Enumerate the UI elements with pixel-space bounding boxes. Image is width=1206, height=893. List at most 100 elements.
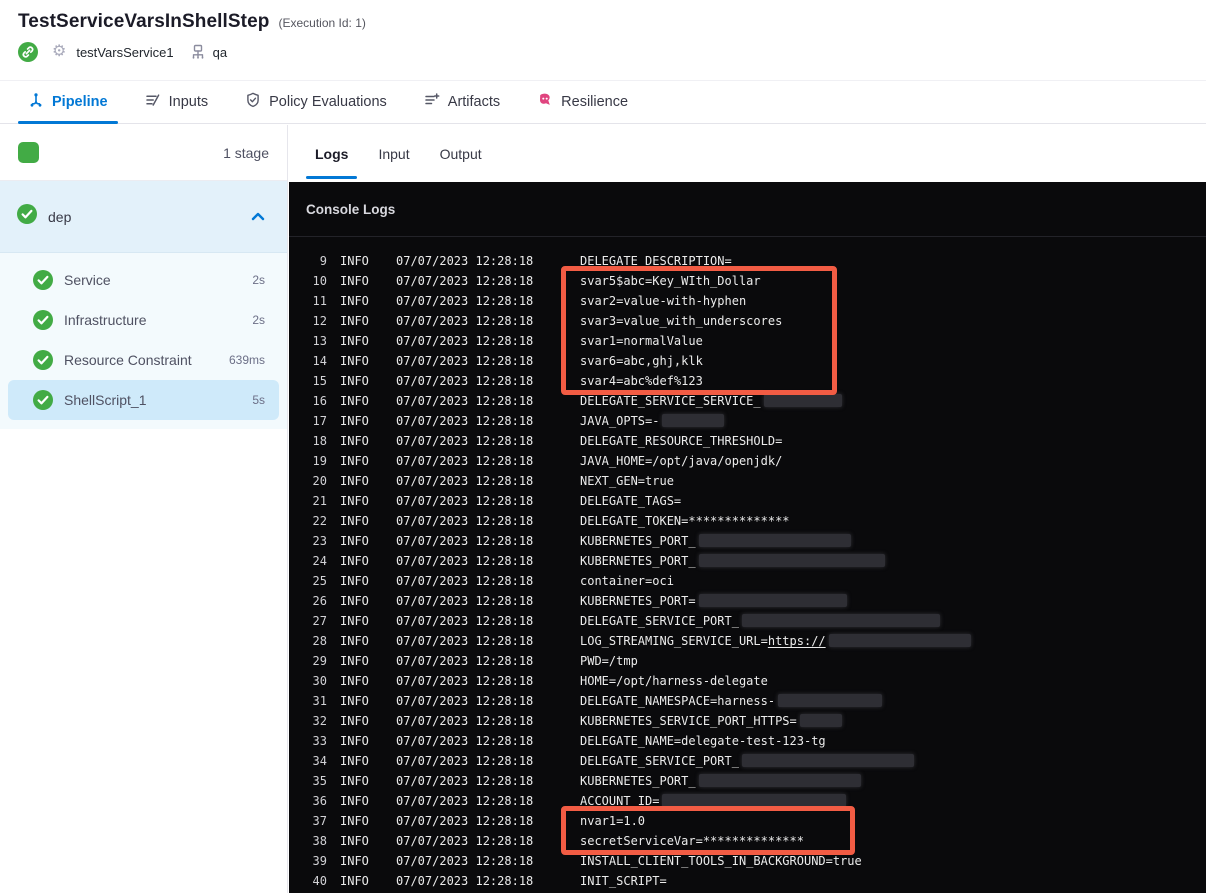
log-timestamp: 07/07/2023 12:28:18 <box>396 434 534 448</box>
log-line-number: 11 <box>312 294 327 308</box>
redacted-value <box>741 614 940 627</box>
step-duration: 2s <box>252 313 265 327</box>
log-line-17: 17 INFO 07/07/2023 12:28:18 JAVA_OPTS=- <box>289 411 1206 431</box>
log-line-number: 20 <box>312 474 327 488</box>
log-message: svar3=value_with_underscores <box>580 314 783 328</box>
step-duration: 5s <box>252 393 265 407</box>
log-line-10: 10 INFO 07/07/2023 12:28:18 svar5$abc=Key_W… <box>289 271 1206 291</box>
redacted-value <box>778 694 883 707</box>
log-timestamp: 07/07/2023 12:28:18 <box>396 634 534 648</box>
success-check-icon <box>33 310 53 330</box>
tab-inputs[interactable]: Inputs <box>145 81 208 123</box>
log-line-30: 30 INFO 07/07/2023 12:28:18 HOME=/opt/harne… <box>289 671 1206 691</box>
log-timestamp: 07/07/2023 12:28:18 <box>396 454 534 468</box>
step-item-service[interactable]: Service 2s <box>8 260 279 300</box>
execution-header: TestServiceVarsInShellStep (Execution Id… <box>0 0 1206 80</box>
tab-policy-evaluations[interactable]: Policy Evaluations <box>245 81 387 123</box>
log-line-36: 36 INFO 07/07/2023 12:28:18 ACCOUNT_ID= <box>289 791 1206 811</box>
log-line-number: 40 <box>312 874 327 888</box>
artifacts-icon <box>424 92 440 112</box>
log-timestamp: 07/07/2023 12:28:18 <box>396 274 534 288</box>
step-item-infrastructure[interactable]: Infrastructure 2s <box>8 300 279 340</box>
log-message: DELEGATE_NAME=delegate-test-123-tg <box>580 734 826 748</box>
log-level: INFO <box>340 474 369 488</box>
step-duration: 2s <box>252 273 265 287</box>
log-level: INFO <box>340 554 369 568</box>
log-line-number: 25 <box>312 574 327 588</box>
log-timestamp: 07/07/2023 12:28:18 <box>396 414 534 428</box>
tab-logs[interactable]: Logs <box>305 125 359 182</box>
log-line-number: 16 <box>312 394 327 408</box>
tab-label: Input <box>378 145 410 162</box>
tab-pipeline[interactable]: Pipeline <box>18 81 118 124</box>
stage-sidebar: 1 stage dep Service 2s Infrastructure 2s Res… <box>0 125 288 893</box>
log-level: INFO <box>340 274 369 288</box>
log-level: INFO <box>340 434 369 448</box>
log-timestamp: 07/07/2023 12:28:18 <box>396 254 534 268</box>
log-timestamp: 07/07/2023 12:28:18 <box>396 614 534 628</box>
step-item-shellscript-1[interactable]: ShellScript_1 5s <box>8 380 279 420</box>
success-check-icon <box>33 270 53 290</box>
redacted-value <box>662 414 725 427</box>
log-message: DELEGATE_SERVICE_SERVICE_ <box>580 391 842 411</box>
environment-name: qa <box>212 44 228 60</box>
log-line-number: 12 <box>312 314 327 328</box>
log-level: INFO <box>340 574 369 588</box>
step-list: Service 2s Infrastructure 2s Resource Constr… <box>0 253 287 429</box>
log-message: DELEGATE_NAMESPACE=harness- <box>580 691 883 711</box>
log-message: LOG_STREAMING_SERVICE_URL=https:// <box>580 631 971 651</box>
log-level: INFO <box>340 854 369 868</box>
log-message: svar6=abc,ghj,klk <box>580 354 703 368</box>
step-detail-tabs: Logs Input Output <box>289 125 1206 182</box>
step-label: Resource Constraint <box>64 352 192 368</box>
environment-icon <box>190 44 206 60</box>
log-timestamp: 07/07/2023 12:28:18 <box>396 474 534 488</box>
log-timestamp: 07/07/2023 12:28:18 <box>396 594 534 608</box>
redacted-value <box>698 534 851 547</box>
tab-output[interactable]: Output <box>440 125 482 182</box>
log-timestamp: 07/07/2023 12:28:18 <box>396 774 534 788</box>
step-item-resource-constraint[interactable]: Resource Constraint 639ms <box>8 340 279 380</box>
log-timestamp: 07/07/2023 12:28:18 <box>396 554 534 568</box>
log-timestamp: 07/07/2023 12:28:18 <box>396 714 534 728</box>
tab-input[interactable]: Input <box>378 125 409 182</box>
log-timestamp: 07/07/2023 12:28:18 <box>396 854 534 868</box>
log-timestamp: 07/07/2023 12:28:18 <box>396 354 534 368</box>
tab-label: Pipeline <box>52 94 108 110</box>
console-log-lines[interactable]: 9 INFO 07/07/2023 12:28:18 DELEGATE_DESCRIP… <box>289 237 1206 891</box>
log-line-40: 40 INFO 07/07/2023 12:28:18 INIT_SCRIPT= <box>289 871 1206 891</box>
log-line-19: 19 INFO 07/07/2023 12:28:18 JAVA_HOME=/opt/… <box>289 451 1206 471</box>
log-message: INIT_SCRIPT= <box>580 874 667 888</box>
log-message: svar2=value-with-hyphen <box>580 294 747 308</box>
log-link[interactable]: https:// <box>768 634 826 648</box>
tab-artifacts[interactable]: Artifacts <box>424 81 500 123</box>
log-line-14: 14 INFO 07/07/2023 12:28:18 svar6=abc,ghj,k… <box>289 351 1206 371</box>
log-message: DELEGATE_SERVICE_PORT_ <box>580 751 914 771</box>
service-link-icon <box>18 42 38 62</box>
log-level: INFO <box>340 374 369 388</box>
log-line-39: 39 INFO 07/07/2023 12:28:18 INSTALL_CLIENT_… <box>289 851 1206 871</box>
stage-summary-row: 1 stage <box>0 125 287 181</box>
log-level: INFO <box>340 814 369 828</box>
tab-label: Policy Evaluations <box>269 94 387 110</box>
stage-group-label: dep <box>48 208 72 225</box>
log-level: INFO <box>340 294 369 308</box>
console-logs-section-header[interactable]: Console Logs <box>289 182 1206 237</box>
log-level: INFO <box>340 514 369 528</box>
step-label: Service <box>64 272 111 288</box>
chevron-up-icon[interactable] <box>251 211 265 222</box>
log-level: INFO <box>340 634 369 648</box>
log-level: INFO <box>340 714 369 728</box>
success-check-icon <box>33 350 53 370</box>
step-detail-panel: Logs Input Output Console Logs 9 INFO 07/0… <box>289 125 1206 893</box>
log-level: INFO <box>340 534 369 548</box>
log-message: svar4=abc%def%123 <box>580 374 703 388</box>
step-label: ShellScript_1 <box>64 392 147 408</box>
log-line-26: 26 INFO 07/07/2023 12:28:18 KUBERNETES_PORT… <box>289 591 1206 611</box>
log-line-number: 30 <box>312 674 327 688</box>
log-line-15: 15 INFO 07/07/2023 12:28:18 svar4=abc%def%1… <box>289 371 1206 391</box>
log-line-9: 9 INFO 07/07/2023 12:28:18 DELEGATE_DESCRIP… <box>289 251 1206 271</box>
stage-group-dep[interactable]: dep <box>0 181 287 253</box>
tab-resilience[interactable]: Resilience <box>537 81 628 123</box>
redacted-value <box>799 714 842 727</box>
